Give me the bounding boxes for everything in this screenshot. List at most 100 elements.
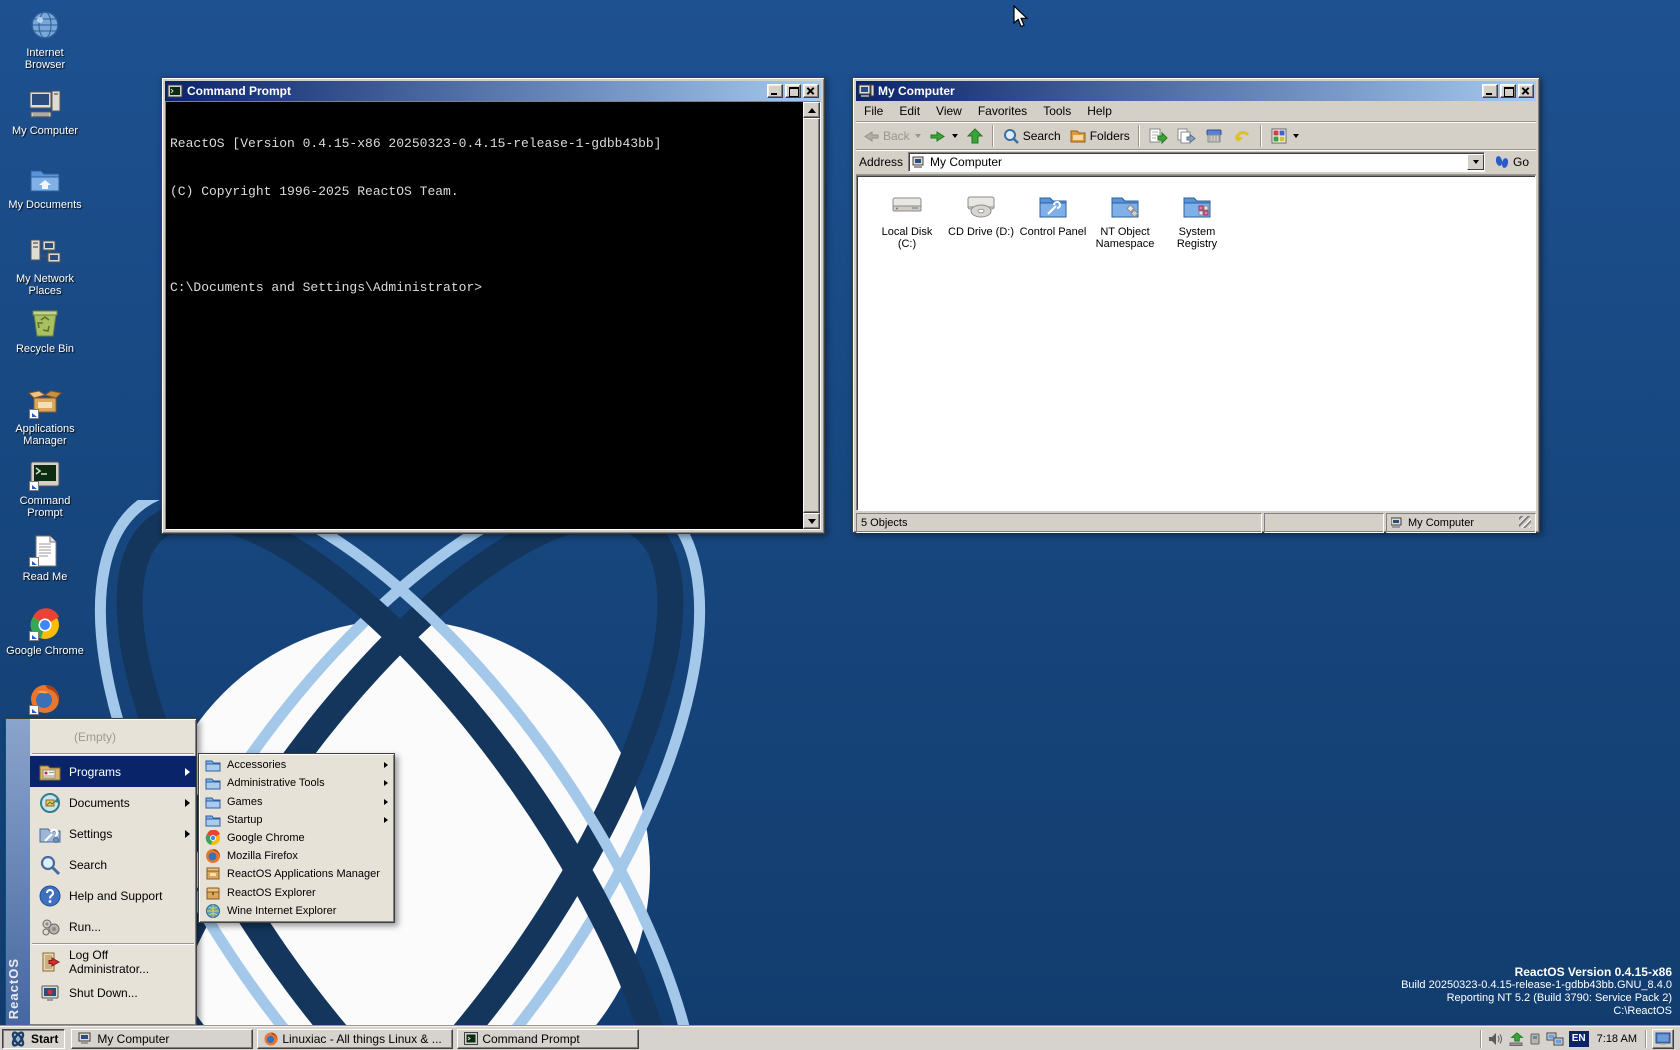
command-prompt-titlebar[interactable]: Command Prompt bbox=[165, 81, 821, 101]
maximize-button[interactable] bbox=[785, 84, 801, 98]
computer-icon bbox=[28, 88, 62, 122]
go-footprints-icon bbox=[1494, 155, 1510, 169]
forward-button[interactable] bbox=[925, 124, 962, 148]
address-combo[interactable]: My Computer bbox=[908, 152, 1485, 172]
views-button[interactable] bbox=[1266, 124, 1303, 148]
command-prompt-window: Command Prompt ReactOS [Version 0.4.15-x… bbox=[161, 77, 825, 534]
start-menu-item-shut-down[interactable]: Shut Down... bbox=[30, 977, 196, 1008]
submenu-arrow-icon bbox=[185, 768, 190, 776]
drive-item-cd-drive[interactable]: CD Drive (D:) bbox=[945, 190, 1017, 238]
resize-grip[interactable] bbox=[1519, 516, 1531, 528]
folders-icon bbox=[1069, 127, 1087, 145]
shut-down-icon bbox=[38, 981, 62, 1005]
back-button[interactable]: Back bbox=[858, 124, 925, 148]
submenu-item-reactos-applications-manager[interactable]: ReactOS Applications Manager bbox=[201, 865, 392, 883]
folder-icon bbox=[205, 812, 221, 828]
submenu-item-accessories[interactable]: Accessories bbox=[201, 756, 392, 774]
close-button[interactable] bbox=[803, 84, 819, 98]
submenu-arrow-icon bbox=[185, 830, 190, 838]
console-output[interactable]: ReactOS [Version 0.4.15-x86 20250323-0.4… bbox=[166, 102, 803, 529]
menu-view[interactable]: View bbox=[928, 102, 970, 120]
task-button-my-computer[interactable]: My Computer bbox=[71, 1029, 253, 1049]
submenu-item-administrative-tools[interactable]: Administrative Tools bbox=[201, 774, 392, 792]
submenu-item-reactos-explorer[interactable]: ReactOS Explorer bbox=[201, 884, 392, 902]
submenu-item-wine-internet-explorer[interactable]: Wine Internet Explorer bbox=[201, 902, 392, 920]
start-menu-item-programs[interactable]: Programs bbox=[30, 756, 196, 787]
status-objects: 5 Objects bbox=[856, 513, 1262, 533]
shortcut-arrow-icon bbox=[29, 705, 39, 715]
menu-favorites[interactable]: Favorites bbox=[970, 102, 1035, 120]
volume-icon[interactable] bbox=[1487, 1032, 1503, 1046]
menu-tools[interactable]: Tools bbox=[1035, 102, 1079, 120]
drive-item-local-disk[interactable]: Local Disk (C:) bbox=[871, 190, 943, 250]
version-line: ReactOS Version 0.4.15-x86 bbox=[1401, 966, 1672, 979]
submenu-item-games[interactable]: Games bbox=[201, 792, 392, 810]
submenu-arrow-icon bbox=[384, 780, 388, 786]
language-indicator[interactable]: EN bbox=[1569, 1031, 1589, 1047]
toolbar-separator bbox=[992, 125, 994, 147]
maximize-button[interactable] bbox=[1500, 84, 1516, 98]
start-menu-item-run[interactable]: Run... bbox=[30, 911, 196, 942]
vertical-scrollbar[interactable] bbox=[803, 102, 820, 529]
desktop-icon-google-chrome[interactable]: Google Chrome bbox=[6, 608, 84, 657]
start-menu-item-search[interactable]: Search bbox=[30, 849, 196, 880]
minimize-button[interactable] bbox=[1482, 84, 1498, 98]
firefox-icon bbox=[264, 1032, 278, 1046]
recycle-bin-icon bbox=[28, 306, 62, 340]
menu-file[interactable]: File bbox=[856, 102, 891, 120]
submenu-item-google-chrome[interactable]: Google Chrome bbox=[201, 829, 392, 847]
desktop-icon-my-computer[interactable]: My Computer bbox=[6, 88, 84, 137]
menu-edit[interactable]: Edit bbox=[891, 102, 928, 120]
submenu-item-mozilla-firefox[interactable]: Mozilla Firefox bbox=[201, 847, 392, 865]
my-computer-titlebar[interactable]: My Computer bbox=[856, 81, 1536, 101]
back-arrow-icon bbox=[862, 127, 880, 145]
start-menu-item-settings[interactable]: Settings bbox=[30, 818, 196, 849]
scroll-down-icon[interactable] bbox=[803, 513, 820, 529]
desktop-icon-command-prompt[interactable]: Command Prompt bbox=[6, 458, 84, 519]
show-desktop-button[interactable] bbox=[1652, 1029, 1674, 1049]
status-bar: 5 Objects My Computer bbox=[856, 513, 1536, 533]
address-dropdown-button[interactable] bbox=[1467, 154, 1484, 170]
explorer-chest-icon bbox=[205, 885, 221, 901]
up-button[interactable] bbox=[962, 124, 988, 148]
start-menu-item-help[interactable]: Help and Support bbox=[30, 880, 196, 911]
copy-to-button[interactable] bbox=[1172, 124, 1200, 148]
console-icon bbox=[464, 1032, 478, 1045]
submenu-item-startup[interactable]: Startup bbox=[201, 811, 392, 829]
eject-media-icon[interactable] bbox=[1508, 1032, 1524, 1046]
minimize-button[interactable] bbox=[767, 84, 783, 98]
close-button[interactable] bbox=[1518, 84, 1534, 98]
start-menu-item-documents[interactable]: Documents bbox=[30, 787, 196, 818]
desktop-icon-my-documents[interactable]: My Documents bbox=[6, 162, 84, 211]
desktop-icon-applications-manager[interactable]: Applications Manager bbox=[6, 386, 84, 447]
menu-separator bbox=[32, 753, 194, 755]
delete-button[interactable] bbox=[1200, 124, 1228, 148]
folders-button[interactable]: Folders bbox=[1065, 124, 1134, 148]
views-icon bbox=[1270, 127, 1288, 145]
desktop-icon-internet-browser[interactable]: Internet Browser bbox=[6, 10, 84, 71]
undo-button[interactable] bbox=[1228, 124, 1256, 148]
search-button[interactable]: Search bbox=[998, 124, 1065, 148]
task-button-command-prompt[interactable]: Command Prompt bbox=[457, 1029, 639, 1049]
readme-document-icon bbox=[28, 534, 62, 568]
drive-item-system-registry[interactable]: System Registry bbox=[1161, 190, 1233, 250]
drive-item-nt-object-namespace[interactable]: NT Object Namespace bbox=[1089, 190, 1161, 250]
folder-icon bbox=[205, 794, 221, 810]
desktop-icon-read-me[interactable]: Read Me bbox=[6, 534, 84, 583]
desktop-icon-my-network-places[interactable]: My Network Places bbox=[6, 236, 84, 297]
start-button[interactable]: Start bbox=[2, 1029, 65, 1049]
go-button[interactable]: Go bbox=[1490, 152, 1533, 172]
menu-help[interactable]: Help bbox=[1079, 102, 1120, 120]
network-icon[interactable] bbox=[1546, 1032, 1564, 1046]
move-to-button[interactable] bbox=[1144, 124, 1172, 148]
start-menu-item-log-off[interactable]: Log Off Administrator... bbox=[30, 946, 196, 977]
drive-item-control-panel[interactable]: Control Panel bbox=[1017, 190, 1089, 238]
scroll-up-icon[interactable] bbox=[803, 102, 820, 118]
task-button-linuxiac-firefox[interactable]: Linuxiac - All things Linux & ... bbox=[257, 1029, 453, 1049]
folder-content-area[interactable]: Local Disk (C:) CD Drive (D:) Control Pa… bbox=[856, 175, 1536, 511]
device-icon[interactable] bbox=[1529, 1032, 1541, 1046]
scrollbar-thumb[interactable] bbox=[803, 118, 820, 513]
desktop-icon-recycle-bin[interactable]: Recycle Bin bbox=[6, 306, 84, 355]
shredder-icon bbox=[1204, 127, 1224, 145]
folder-icon bbox=[205, 757, 221, 773]
